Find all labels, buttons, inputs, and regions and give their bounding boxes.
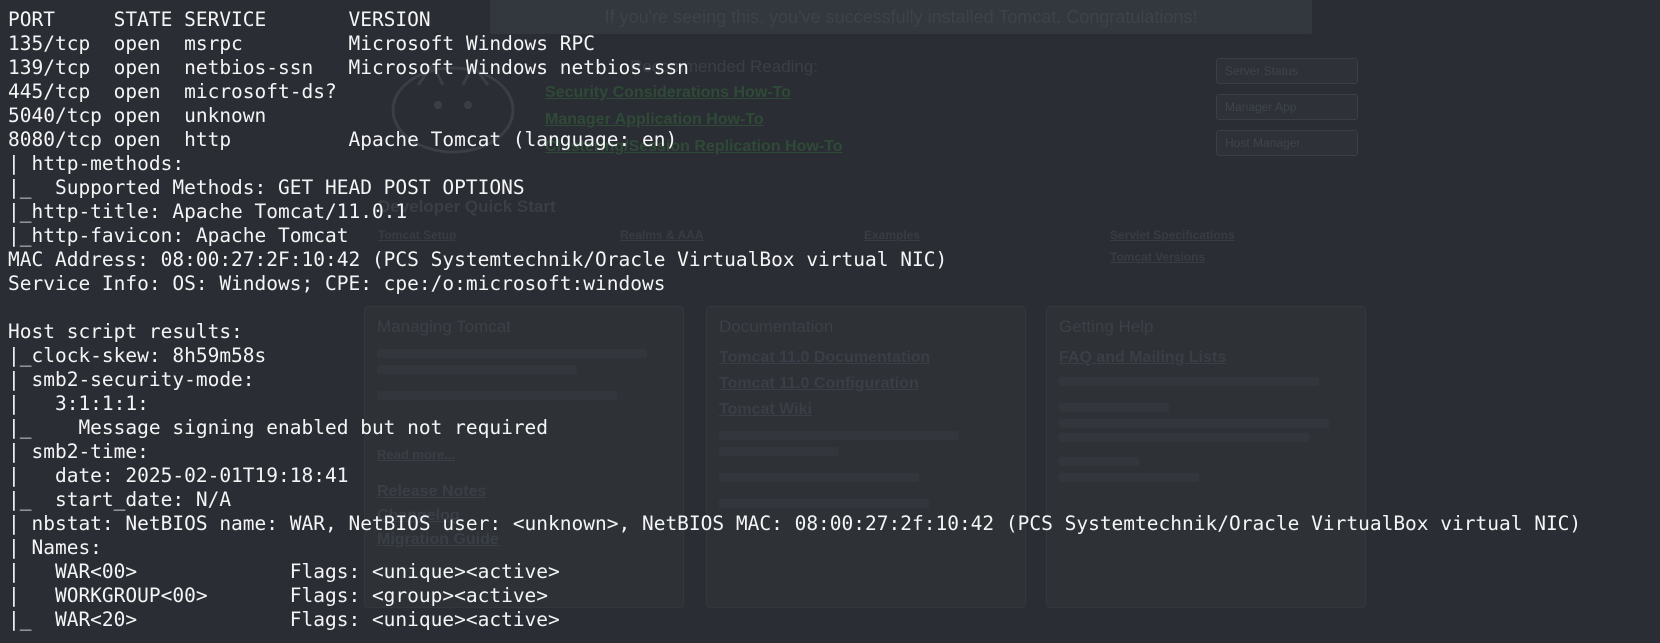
terminal-line: |_ Message signing enabled but not requi… xyxy=(8,416,549,439)
terminal-line: | http-methods: xyxy=(8,152,185,175)
terminal-line: 135/tcp open msrpc Microsoft Windows RPC xyxy=(8,32,595,55)
terminal-line: MAC Address: 08:00:27:2F:10:42 (PCS Syst… xyxy=(8,248,948,271)
terminal-line: PORT STATE SERVICE VERSION xyxy=(8,8,431,31)
terminal-line: |_ start_date: N/A xyxy=(8,488,232,511)
terminal-line: | date: 2025-02-01T19:18:41 xyxy=(8,464,349,487)
terminal-line: Host script results: xyxy=(8,320,243,343)
terminal-line: 8080/tcp open http Apache Tomcat (langua… xyxy=(8,128,678,151)
terminal-line: |_ WAR<20> Flags: <unique><active> xyxy=(8,608,560,631)
terminal-line: |_http-title: Apache Tomcat/11.0.1 xyxy=(8,200,408,223)
terminal-line: | 3:1:1:1: xyxy=(8,392,149,415)
terminal-line: 445/tcp open microsoft-ds? xyxy=(8,80,337,103)
terminal-line: | Names: xyxy=(8,536,102,559)
terminal-line: | WORKGROUP<00> Flags: <group><active> xyxy=(8,584,549,607)
terminal-line: | nbstat: NetBIOS name: WAR, NetBIOS use… xyxy=(8,512,1582,535)
terminal-line: |_clock-skew: 8h59m58s xyxy=(8,344,267,367)
terminal-line: Service Info: OS: Windows; CPE: cpe:/o:m… xyxy=(8,272,666,295)
terminal-line: | smb2-security-mode: xyxy=(8,368,255,391)
terminal-line: |_ Supported Methods: GET HEAD POST OPTI… xyxy=(8,176,525,199)
terminal-output[interactable]: PORT STATE SERVICE VERSION 135/tcp open m… xyxy=(0,0,1660,643)
terminal-line: 5040/tcp open unknown xyxy=(8,104,267,127)
terminal-line: 139/tcp open netbios-ssn Microsoft Windo… xyxy=(8,56,689,79)
terminal-line: | smb2-time: xyxy=(8,440,149,463)
terminal-line: |_http-favicon: Apache Tomcat xyxy=(8,224,349,247)
terminal-line: | WAR<00> Flags: <unique><active> xyxy=(8,560,560,583)
